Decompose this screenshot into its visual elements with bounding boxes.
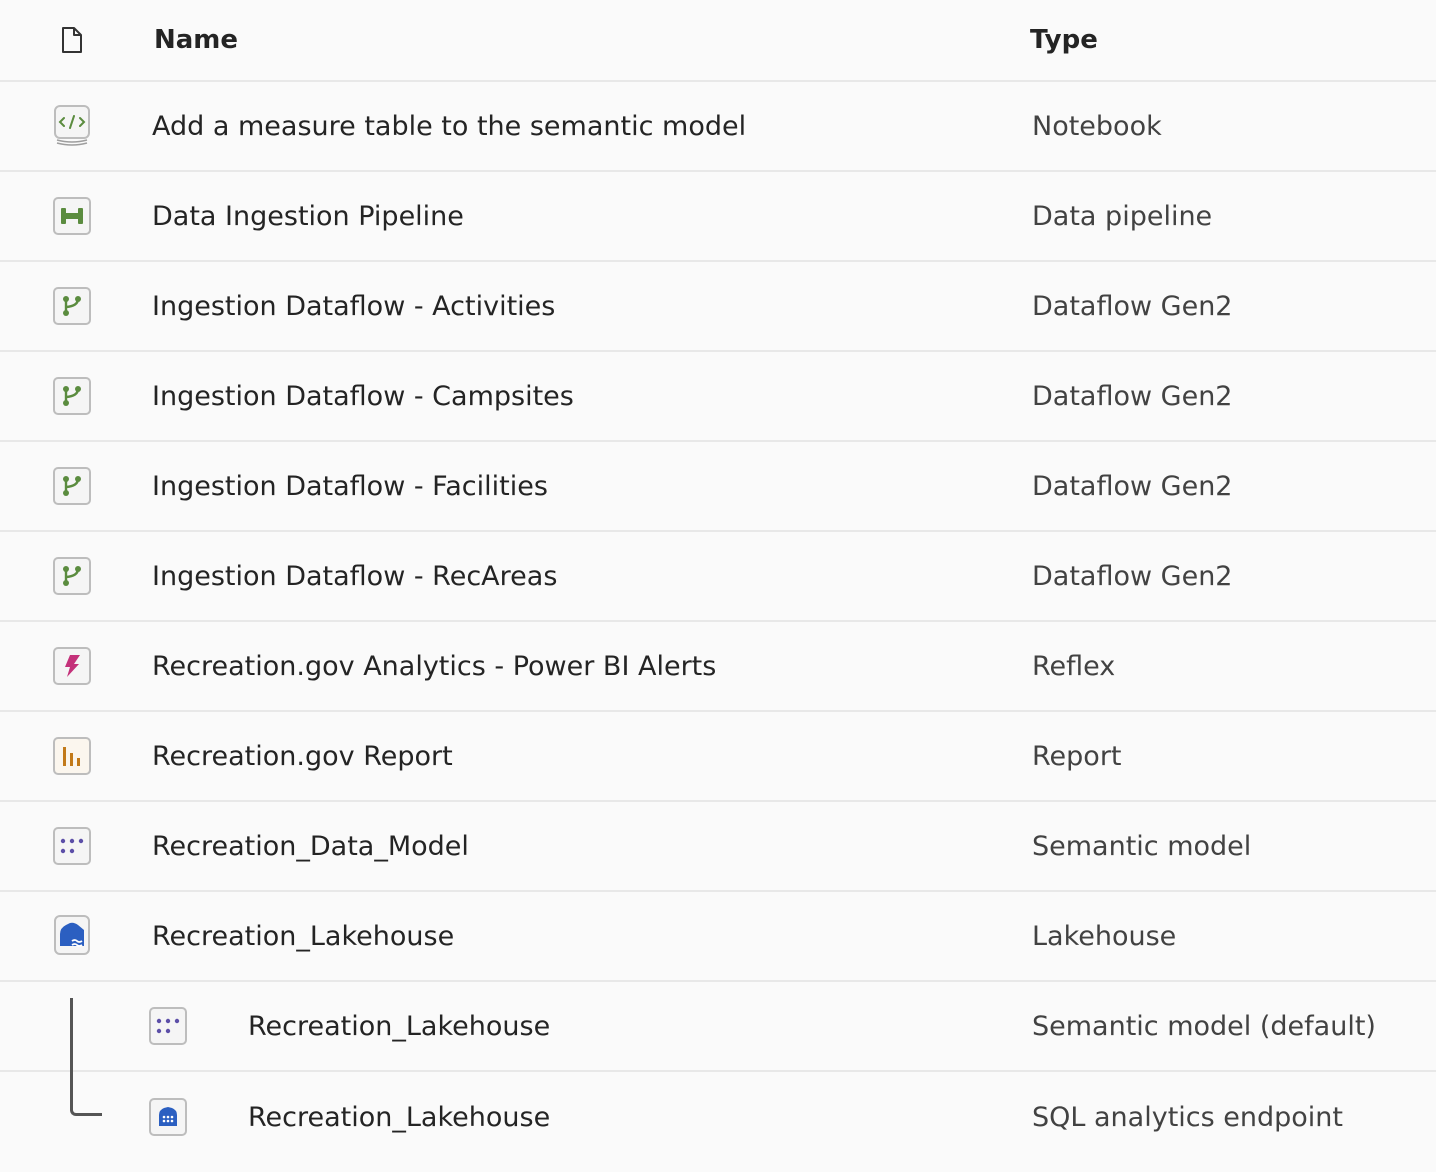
item-type: Dataflow Gen2 — [1032, 290, 1233, 322]
item-name[interactable]: Ingestion Dataflow - Facilities — [152, 442, 548, 530]
tree-connector — [70, 998, 102, 1116]
semantic-model-icon — [52, 802, 92, 890]
file-icon — [52, 0, 92, 80]
dataflow-icon — [52, 352, 92, 440]
item-name[interactable]: Ingestion Dataflow - Campsites — [152, 352, 574, 440]
item-name[interactable]: Add a measure table to the semantic mode… — [152, 82, 746, 170]
column-header-name[interactable]: Name — [154, 0, 238, 80]
item-type: Reflex — [1032, 650, 1116, 682]
item-name[interactable]: Recreation.gov Report — [152, 712, 453, 800]
item-name[interactable]: Recreation_Lakehouse — [248, 982, 550, 1070]
item-type: Semantic model — [1032, 830, 1252, 862]
list-item[interactable]: Ingestion Dataflow - Facilities Dataflow… — [0, 442, 1436, 532]
lakehouse-icon — [52, 892, 92, 980]
dataflow-icon — [52, 262, 92, 350]
item-name[interactable]: Recreation_Lakehouse — [152, 892, 454, 980]
list-item[interactable]: Recreation.gov Analytics - Power BI Aler… — [0, 622, 1436, 712]
pipeline-icon — [52, 172, 92, 260]
list-item[interactable]: Add a measure table to the semantic mode… — [0, 82, 1436, 172]
item-name[interactable]: Ingestion Dataflow - RecAreas — [152, 532, 557, 620]
dataflow-icon — [52, 442, 92, 530]
item-name[interactable]: Ingestion Dataflow - Activities — [152, 262, 555, 350]
item-type: Notebook — [1032, 110, 1162, 142]
item-type: Report — [1032, 740, 1122, 772]
notebook-icon — [52, 82, 92, 170]
list-header: Name Type — [0, 0, 1436, 82]
item-type: Dataflow Gen2 — [1032, 380, 1233, 412]
list-item[interactable]: Recreation_Data_Model Semantic model — [0, 802, 1436, 892]
item-name[interactable]: Recreation.gov Analytics - Power BI Aler… — [152, 622, 716, 710]
list-item[interactable]: Ingestion Dataflow - Activities Dataflow… — [0, 262, 1436, 352]
item-list: Name Type Add a measure table to the sem… — [0, 0, 1436, 1162]
list-item-child[interactable]: Recreation_Lakehouse Semantic model (def… — [0, 982, 1436, 1072]
item-name[interactable]: Recreation_Data_Model — [152, 802, 469, 890]
item-name[interactable]: Data Ingestion Pipeline — [152, 172, 464, 260]
item-name[interactable]: Recreation_Lakehouse — [248, 1072, 550, 1162]
report-icon — [52, 712, 92, 800]
item-type: SQL analytics endpoint — [1032, 1101, 1344, 1133]
list-item[interactable]: Ingestion Dataflow - RecAreas Dataflow G… — [0, 532, 1436, 622]
dataflow-icon — [52, 532, 92, 620]
semantic-model-icon — [148, 982, 188, 1070]
item-type: Data pipeline — [1032, 200, 1213, 232]
list-item[interactable]: Recreation_Lakehouse Lakehouse — [0, 892, 1436, 982]
column-header-type[interactable]: Type — [1030, 0, 1098, 80]
list-item-child[interactable]: Recreation_Lakehouse SQL analytics endpo… — [0, 1072, 1436, 1162]
reflex-icon — [52, 622, 92, 710]
item-type: Dataflow Gen2 — [1032, 470, 1233, 502]
item-type: Dataflow Gen2 — [1032, 560, 1233, 592]
list-item[interactable]: Ingestion Dataflow - Campsites Dataflow … — [0, 352, 1436, 442]
list-item[interactable]: Recreation.gov Report Report — [0, 712, 1436, 802]
item-type: Semantic model (default) — [1032, 1010, 1376, 1042]
sql-endpoint-icon — [148, 1072, 188, 1162]
item-type: Lakehouse — [1032, 920, 1177, 952]
list-item[interactable]: Data Ingestion Pipeline Data pipeline — [0, 172, 1436, 262]
